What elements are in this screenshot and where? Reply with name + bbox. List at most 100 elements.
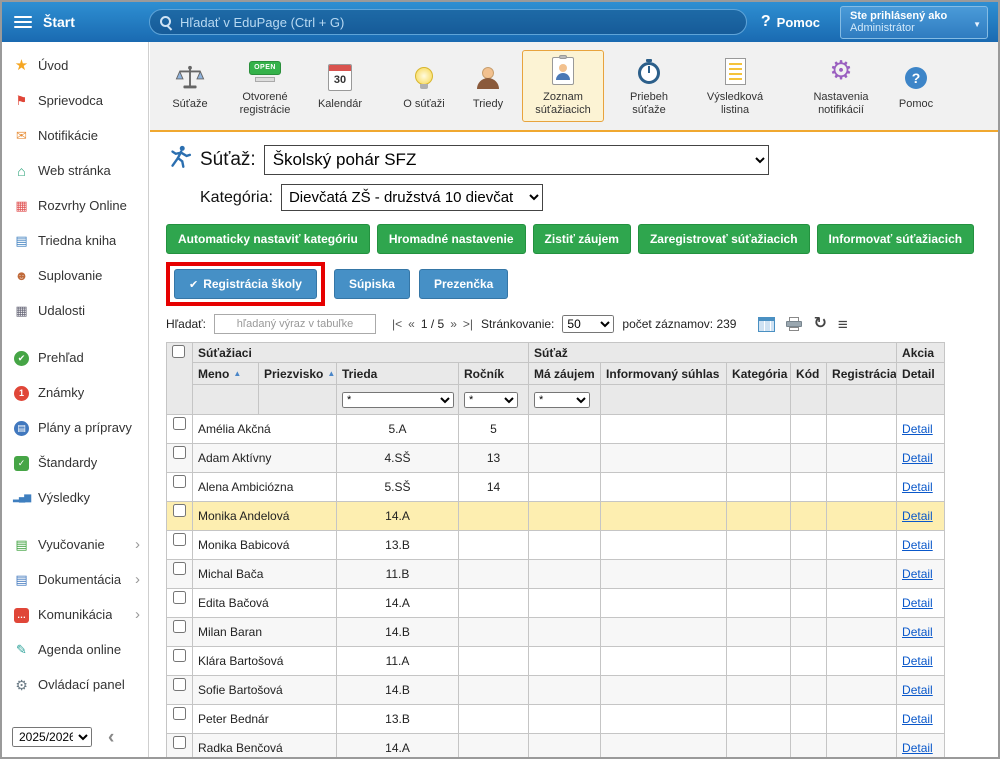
column-header-kategoria[interactable]: Kategória: [727, 363, 791, 385]
check-interest-button[interactable]: Zistiť záujem: [533, 224, 631, 254]
refresh-icon[interactable]: ↻: [813, 316, 826, 332]
sidebar-item-vysledky[interactable]: ▂▄▆Výsledky: [2, 480, 148, 515]
detail-link[interactable]: Detail: [902, 712, 933, 726]
hamburger-menu-icon[interactable]: [14, 16, 32, 28]
table-search-input[interactable]: [214, 314, 376, 334]
sidebar-item-dokumentacia[interactable]: ▤Dokumentácia›: [2, 562, 148, 597]
page-prev-button[interactable]: «: [408, 317, 415, 331]
sidebar-item-web-stranka[interactable]: ⌂Web stránka: [2, 153, 148, 188]
filter-ma-zaujem-select[interactable]: *: [534, 392, 590, 408]
row-checkbox[interactable]: [173, 620, 186, 633]
row-checkbox[interactable]: [173, 417, 186, 430]
row-checkbox[interactable]: [173, 736, 186, 749]
inform-contestants-button[interactable]: Informovať súťažiacich: [817, 224, 975, 254]
sidebar-item-standardy[interactable]: ✓Štandardy: [2, 445, 148, 480]
help-question-icon[interactable]: ?: [761, 13, 771, 31]
detail-link[interactable]: Detail: [902, 654, 933, 668]
competition-select[interactable]: Školský pohár SFZ: [264, 145, 769, 175]
ribbon-item-priebeh-sutaze[interactable]: Priebeh súťaže: [608, 50, 690, 121]
sidebar-item-notifikacie[interactable]: ✉Notifikácie: [2, 118, 148, 153]
page-size-select[interactable]: 50: [562, 315, 614, 333]
ribbon-item-pomoc[interactable]: ? Pomoc: [886, 57, 946, 116]
edupage-window: Štart ? Pomoc Ste prihlásený ako Adminis…: [0, 0, 1000, 759]
sidebar-item-agenda-online[interactable]: ✎Agenda online: [2, 632, 148, 667]
column-header-informovany-suhlas[interactable]: Informovaný súhlas: [601, 363, 727, 385]
page-last-button[interactable]: >|: [463, 317, 473, 331]
help-link[interactable]: Pomoc: [777, 15, 820, 30]
row-checkbox[interactable]: [173, 562, 186, 575]
row-checkbox[interactable]: [173, 504, 186, 517]
ribbon-item-vysledkova-listina[interactable]: Výsledková listina: [694, 50, 776, 121]
ribbon-item-triedy[interactable]: Triedy: [458, 57, 518, 116]
detail-link[interactable]: Detail: [902, 451, 933, 465]
sidebar-item-ovladaci-panel[interactable]: ⚙Ovládací panel: [2, 667, 148, 702]
row-checkbox[interactable]: [173, 707, 186, 720]
supiska-button[interactable]: Súpiska: [334, 269, 410, 299]
detail-link[interactable]: Detail: [902, 480, 933, 494]
user-menu[interactable]: Ste prihlásený ako Administrátor ▼: [840, 6, 988, 39]
row-checkbox[interactable]: [173, 649, 186, 662]
ribbon-item-zoznam-sutaziacich[interactable]: Zoznam súťažiacich: [522, 50, 604, 121]
sidebar-item-prehlad[interactable]: ✔Prehľad: [2, 340, 148, 375]
filter-rocnik-select[interactable]: *: [464, 392, 518, 408]
column-header-meno[interactable]: Meno▲: [193, 363, 259, 385]
detail-link[interactable]: Detail: [902, 741, 933, 755]
ribbon-item-nastavenia-notifikacii[interactable]: ⚙ Nastavenia notifikácií: [800, 50, 882, 121]
filter-trieda-select[interactable]: *: [342, 392, 454, 408]
detail-link[interactable]: Detail: [902, 625, 933, 639]
group-header-sutaziaci: Súťažiaci: [193, 343, 529, 363]
sidebar-item-vyucovanie[interactable]: ▤Vyučovanie›: [2, 527, 148, 562]
row-checkbox[interactable]: [173, 475, 186, 488]
page-first-button[interactable]: |<: [392, 317, 402, 331]
bulk-settings-button[interactable]: Hromadné nastavenie: [377, 224, 526, 254]
register-contestants-button[interactable]: Zaregistrovať súťažiacich: [638, 224, 810, 254]
select-all-checkbox[interactable]: [172, 345, 185, 358]
detail-link[interactable]: Detail: [902, 422, 933, 436]
row-checkbox[interactable]: [173, 678, 186, 691]
ribbon-item-kalendar[interactable]: 30 Kalendár: [310, 57, 370, 116]
school-year-select[interactable]: 2025/2026: [12, 727, 92, 747]
list-view-icon[interactable]: ≡: [838, 316, 848, 333]
sidebar-item-udalosti[interactable]: ▦Udalosti: [2, 293, 148, 328]
sidebar-item-sprievodca[interactable]: ⚑Sprievodca: [2, 83, 148, 118]
category-select[interactable]: Dievčatá ZŠ - družstvá 10 dievčat: [281, 184, 543, 211]
printer-icon[interactable]: [786, 317, 802, 332]
sidebar-item-triedna-kniha[interactable]: ▤Triedna kniha: [2, 223, 148, 258]
column-header-trieda[interactable]: Trieda: [337, 363, 459, 385]
detail-link[interactable]: Detail: [902, 538, 933, 552]
sidebar-item-rozvrhy-online[interactable]: ▦Rozvrhy Online: [2, 188, 148, 223]
search-input[interactable]: [180, 15, 746, 30]
detail-link[interactable]: Detail: [902, 509, 933, 523]
column-header-ma-zaujem[interactable]: Má záujem: [529, 363, 601, 385]
check-icon: ✔: [189, 279, 198, 291]
sidebar-item-uvod[interactable]: ★Úvod: [2, 48, 148, 83]
school-registration-button[interactable]: ✔Registrácia školy: [174, 269, 317, 299]
detail-link[interactable]: Detail: [902, 596, 933, 610]
row-checkbox[interactable]: [173, 591, 186, 604]
results-doc-icon: [698, 55, 772, 87]
sidebar-collapse-icon[interactable]: ‹: [108, 728, 114, 747]
detail-link[interactable]: Detail: [902, 567, 933, 581]
row-checkbox[interactable]: [173, 533, 186, 546]
sidebar-item-suplovanie[interactable]: ☻Suplovanie: [2, 258, 148, 293]
user-role: Administrátor: [850, 22, 967, 34]
row-checkbox[interactable]: [173, 446, 186, 459]
page-next-button[interactable]: »: [450, 317, 457, 331]
global-search[interactable]: [149, 9, 747, 35]
sidebar-item-znamky[interactable]: 1Známky: [2, 375, 148, 410]
column-header-priezvisko[interactable]: Priezvisko▲: [259, 363, 337, 385]
column-header-kod[interactable]: Kód: [791, 363, 827, 385]
column-header-rocnik[interactable]: Ročník: [459, 363, 529, 385]
column-header-registracia[interactable]: Registrácia: [827, 363, 897, 385]
start-label[interactable]: Štart: [43, 14, 75, 30]
ribbon-item-otvorene-registracie[interactable]: OPEN Otvorené registrácie: [224, 50, 306, 121]
sidebar-item-plany-a-pripravy[interactable]: ▤Plány a prípravy: [2, 410, 148, 445]
ribbon-item-o-sutazi[interactable]: O súťaži: [394, 57, 454, 116]
prezencka-button[interactable]: Prezenčka: [419, 269, 508, 299]
columns-icon[interactable]: [758, 317, 775, 332]
sidebar-item-komunikacia[interactable]: …Komunikácia›: [2, 597, 148, 632]
person-icon: ☻: [13, 269, 30, 282]
auto-set-category-button[interactable]: Automaticky nastaviť kategóriu: [166, 224, 370, 254]
detail-link[interactable]: Detail: [902, 683, 933, 697]
ribbon-item-sutaze[interactable]: Súťaže: [160, 57, 220, 116]
